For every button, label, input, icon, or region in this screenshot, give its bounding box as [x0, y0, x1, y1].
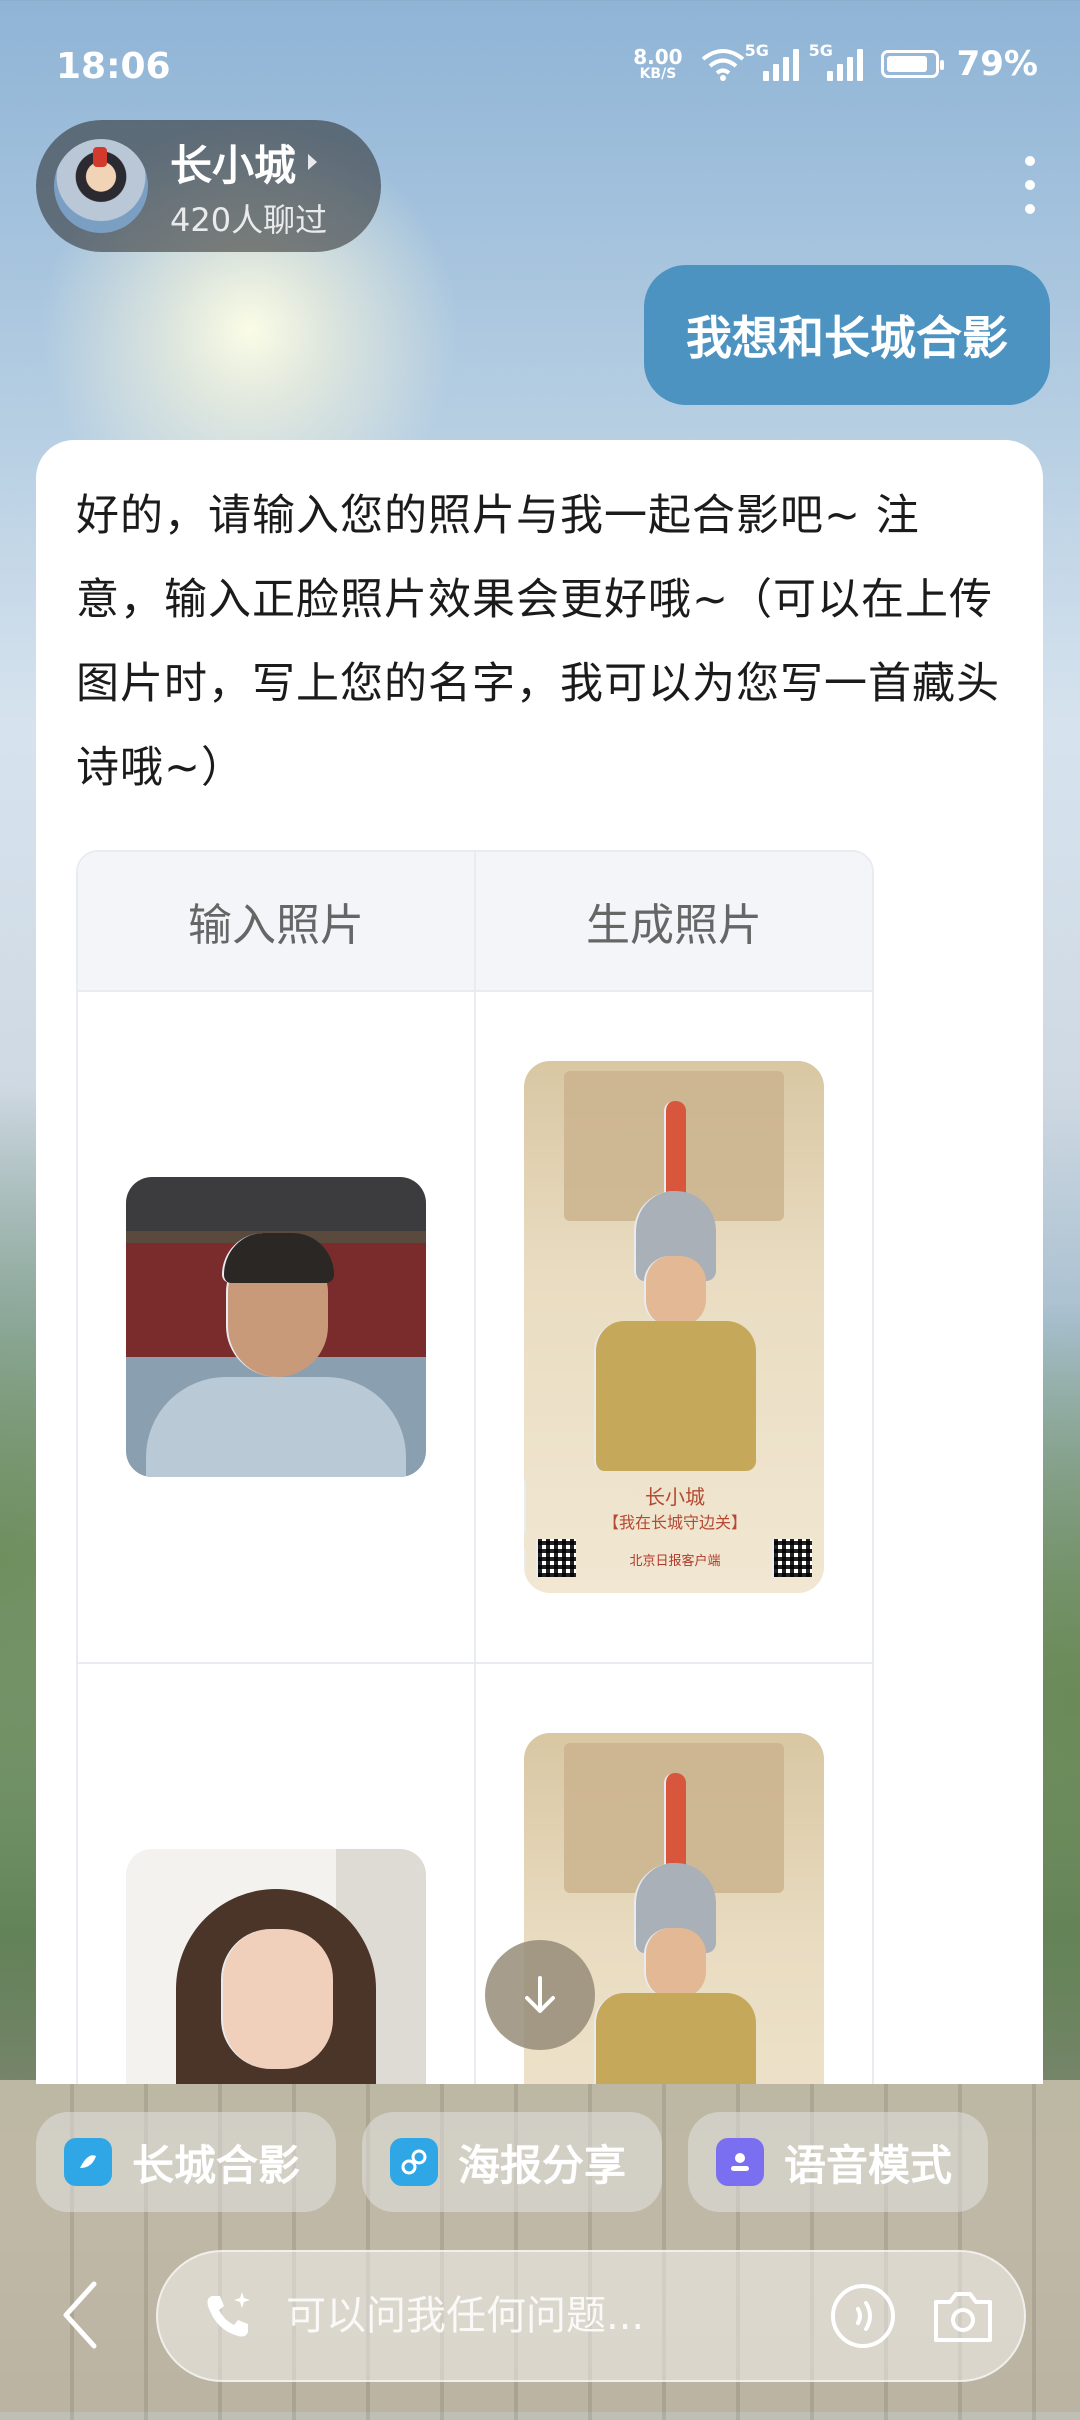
- example-table: 输入照片 生成照片 长小城 【我在长城守边关】 北京日报客户端: [76, 850, 874, 2084]
- camera-icon: [934, 2292, 992, 2342]
- quick-action-label: 海报分享: [458, 2140, 627, 2190]
- table-row: 长小城 【我在长城守边关】 北京日报客户端: [78, 990, 872, 1662]
- scroll-down-button[interactable]: [485, 1940, 595, 2050]
- battery-level: 79%: [956, 44, 1038, 84]
- network-speed-value: 8.00: [633, 45, 683, 69]
- back-button[interactable]: [50, 2270, 110, 2360]
- voice-mode-icon: [716, 2138, 765, 2186]
- status-bar: 18:06 8.00 KB/S 5G 5G 79%: [0, 0, 1080, 140]
- voice-input-button[interactable]: [828, 2281, 898, 2351]
- quick-action-voice-mode[interactable]: 语音模式: [688, 2112, 989, 2212]
- network-speed: 8.00 KB/S: [633, 47, 682, 81]
- message-input[interactable]: [284, 2292, 798, 2340]
- table-header-input: 输入照片: [188, 900, 364, 951]
- chevron-left-icon: [63, 2281, 97, 2349]
- quick-actions: 长城合影 海报分享 语音模式: [36, 2112, 989, 2212]
- message-input-bar: [156, 2250, 1026, 2382]
- table-row: [78, 1662, 872, 2084]
- arrow-down-icon: [525, 1976, 555, 2013]
- network-speed-unit: KB/S: [639, 66, 677, 82]
- signal-2-label: 5G: [808, 41, 833, 60]
- signal-icon-2: 5G: [809, 41, 863, 81]
- bot-name: 长小城: [170, 140, 297, 190]
- bot-message-text: 好的，请输入您的照片与我一起合影吧~ 注意，输入正脸照片效果会更好哦~（可以在上…: [76, 491, 1000, 793]
- chat-count: 420人聊过: [170, 200, 328, 239]
- signal-icon-1: 5G: [745, 41, 799, 81]
- quick-action-label: 语音模式: [784, 2140, 953, 2190]
- photo-icon: [64, 2138, 112, 2186]
- chevron-right-icon: [308, 154, 318, 170]
- user-message-bubble: 我想和长城合影: [644, 265, 1050, 405]
- bot-profile-button[interactable]: 长小城 420人聊过: [36, 120, 381, 252]
- table-header-output: 生成照片: [474, 852, 872, 990]
- battery-icon: [880, 50, 944, 78]
- bot-message-card: 好的，请输入您的照片与我一起合影吧~ 注意，输入正脸照片效果会更好哦~（可以在上…: [36, 440, 1043, 2084]
- signal-1-label: 5G: [744, 41, 769, 60]
- generated-poster-1[interactable]: 长小城 【我在长城守边关】 北京日报客户端: [524, 1061, 824, 1593]
- link-icon: [390, 2138, 439, 2186]
- quick-action-label: 长城合影: [132, 2140, 301, 2190]
- phone-call-icon[interactable]: [198, 2286, 258, 2346]
- quick-action-photo[interactable]: 长城合影: [36, 2112, 337, 2212]
- poster-caption: 长小城: [524, 1481, 824, 1510]
- more-options-icon[interactable]: [1010, 150, 1050, 220]
- status-time: 18:06: [56, 46, 171, 87]
- voice-wave-icon: [831, 2284, 895, 2348]
- status-icons: 8.00 KB/S 5G 5G 79%: [633, 41, 1038, 84]
- camera-button[interactable]: [928, 2281, 998, 2351]
- avatar: [54, 139, 148, 233]
- wifi-icon: [701, 49, 744, 81]
- quick-action-poster-share[interactable]: 海报分享: [362, 2112, 663, 2212]
- qr-code-icon: [772, 1539, 812, 1577]
- input-photo-man[interactable]: [126, 1177, 426, 1477]
- input-photo-woman[interactable]: [126, 1849, 426, 2084]
- poster-subcaption: 【我在长城守边关】: [524, 1509, 824, 1533]
